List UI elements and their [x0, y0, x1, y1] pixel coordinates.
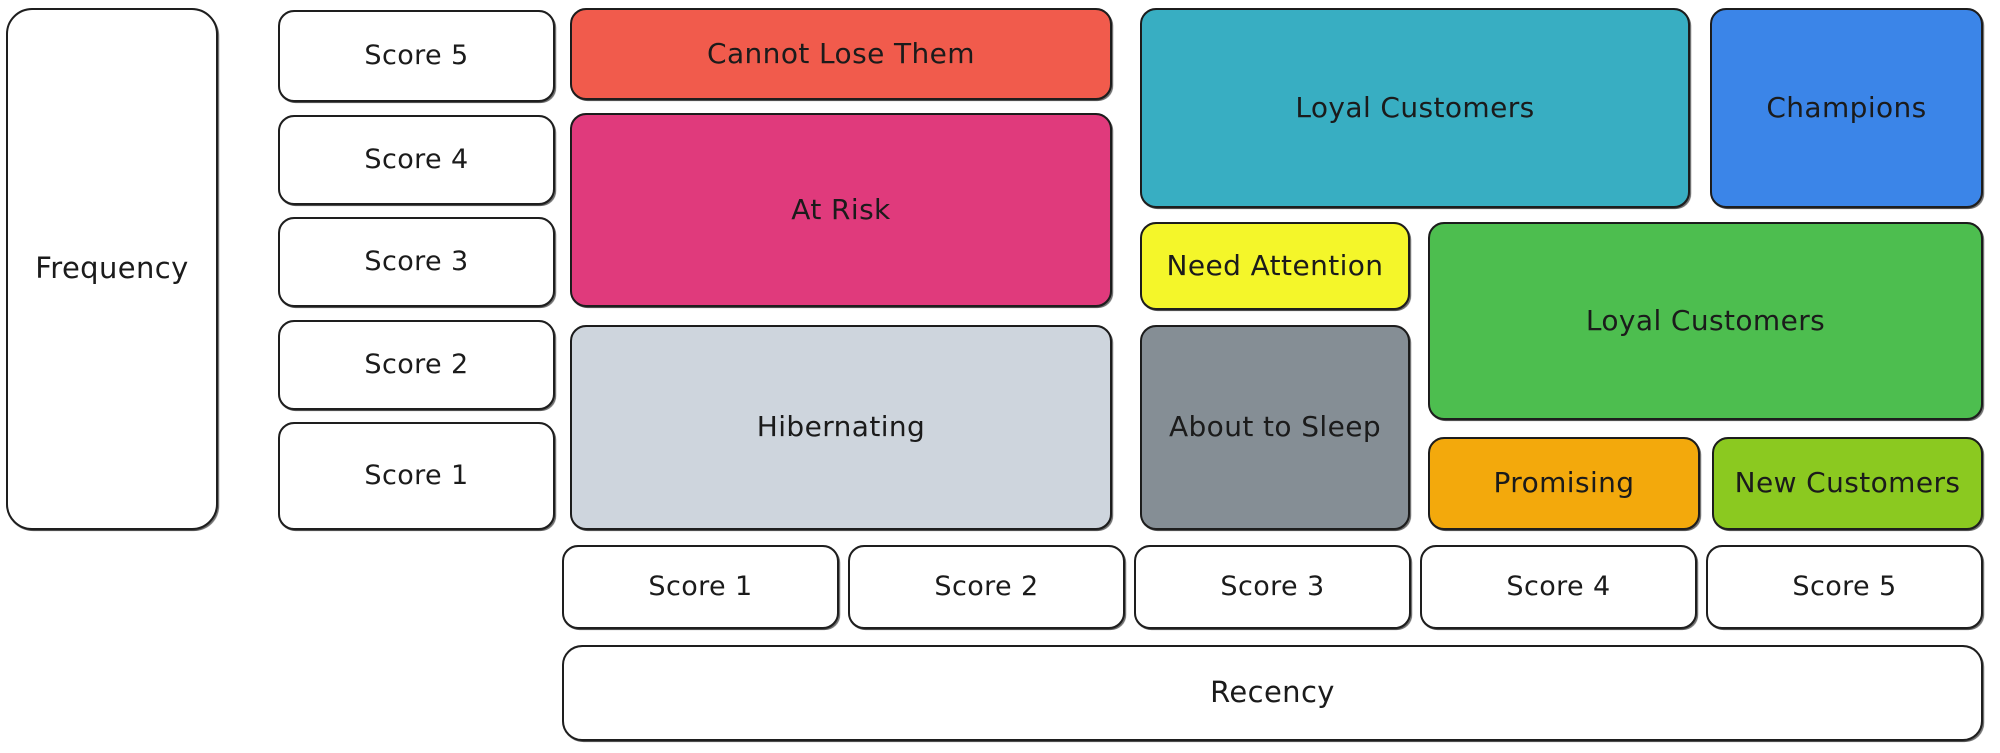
segment-hibernating[interactable]: Hibernating: [569, 325, 1112, 531]
recency-score-2[interactable]: Score 2: [847, 545, 1125, 630]
recency-score-4[interactable]: Score 4: [1419, 545, 1697, 630]
rfm-matrix-canvas: Frequency Score 5 Score 4 Score 3 Score …: [0, 0, 2000, 753]
frequency-score-5[interactable]: Score 5: [277, 10, 555, 103]
segment-promising[interactable]: Promising: [1427, 437, 1700, 531]
segment-need-attention[interactable]: Need Attention: [1139, 222, 1410, 311]
segment-loyal-customers-teal[interactable]: Loyal Customers: [1139, 8, 1690, 209]
segment-loyal-customers-green[interactable]: Loyal Customers: [1427, 222, 1983, 421]
frequency-score-1[interactable]: Score 1: [277, 422, 555, 531]
recency-score-3[interactable]: Score 3: [1133, 545, 1411, 630]
frequency-score-2[interactable]: Score 2: [277, 320, 555, 411]
frequency-score-3[interactable]: Score 3: [277, 217, 555, 308]
segment-about-to-sleep[interactable]: About to Sleep: [1139, 325, 1410, 531]
frequency-axis-label: Frequency: [5, 8, 218, 531]
recency-score-5[interactable]: Score 5: [1705, 545, 1983, 630]
recency-axis-label: Recency: [561, 645, 1983, 742]
frequency-score-4[interactable]: Score 4: [277, 115, 555, 206]
segment-champions[interactable]: Champions: [1709, 8, 1983, 209]
segment-cannot-lose-them[interactable]: Cannot Lose Them: [569, 8, 1112, 101]
segment-new-customers[interactable]: New Customers: [1711, 437, 1983, 531]
recency-score-1[interactable]: Score 1: [561, 545, 839, 630]
segment-at-risk[interactable]: At Risk: [569, 113, 1112, 308]
